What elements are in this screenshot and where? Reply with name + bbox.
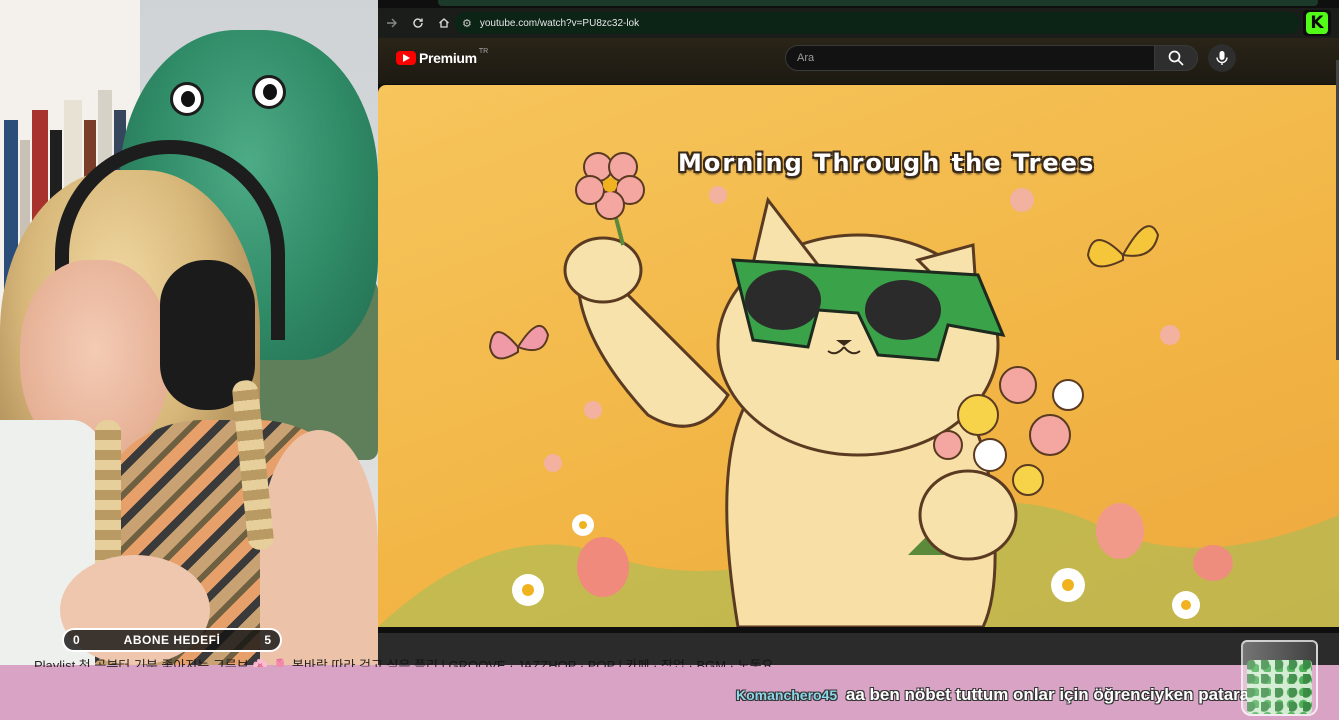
butterfly-yellow [1086,225,1160,268]
search-input[interactable]: Ara [785,45,1155,71]
voice-search-button[interactable] [1208,44,1236,72]
reload-button[interactable] [406,11,430,35]
video-title: Playlist 첫 곡부터 기분 좋아지는 그루브 🌸 🌷 봄바람 따라 걷고… [378,632,1339,633]
video-thumbnail-title: Morning Through the Trees [678,149,1096,177]
search-icon [1168,50,1184,66]
arrow-right-icon [387,18,397,28]
goal-label: ABONE HEDEFİ [123,633,221,647]
browser-toolbar: ⚙ youtube.com/watch?v=PU8zc32-lok K [378,8,1339,38]
logo-text: Premium [419,50,477,66]
microphone-icon [1216,51,1228,65]
video-title-reflection: Playlist 첫 곡부터 기분 좋아지는 그루브 🌸 🌷 봄바람 따라 걷고… [34,658,774,667]
video-player[interactable]: Morning Through the Trees [378,85,1339,627]
goal-target: 5 [264,633,271,647]
chat-text: aa ben nöbet tuttum onlar için öğrenciyk… [845,685,1284,704]
tab-strip [378,0,1339,8]
cup-widget [1241,640,1318,716]
webcam-feed: 0 ABONE HEDEFİ 5 [0,0,378,665]
youtube-logo[interactable]: Premium TR [396,47,489,66]
stream-screen: 0 ABONE HEDEFİ 5 ⚙ youtube.com/watch?v=P… [0,0,1339,720]
youtube-header: Premium TR Ara [378,38,1339,84]
glass-cup [1241,640,1318,716]
chat-message: Komanchero45 aa ben nöbet tuttum onlar i… [736,685,1283,705]
home-button[interactable] [432,11,456,35]
address-bar[interactable]: ⚙ youtube.com/watch?v=PU8zc32-lok [454,12,1300,34]
url-text: youtube.com/watch?v=PU8zc32-lok [479,17,640,29]
subscriber-goal-bar: 0 ABONE HEDEFİ 5 [62,628,282,652]
arm [260,430,378,665]
home-icon [439,18,449,28]
forward-button[interactable] [380,11,404,35]
youtube-play-icon [396,51,416,65]
reload-icon [413,18,423,28]
browser-window: ⚙ youtube.com/watch?v=PU8zc32-lok K Prem… [378,0,1339,633]
kick-logo-icon: K [1306,12,1328,34]
kick-extension-button[interactable]: K [1303,10,1331,36]
site-info-icon[interactable]: ⚙ [462,17,472,30]
chat-username: Komanchero45 [736,687,838,703]
goal-current: 0 [73,633,80,647]
active-tab[interactable] [438,0,1318,6]
region-code: TR [478,47,489,55]
search-button[interactable] [1154,45,1198,71]
butterfly-pink [488,324,550,360]
